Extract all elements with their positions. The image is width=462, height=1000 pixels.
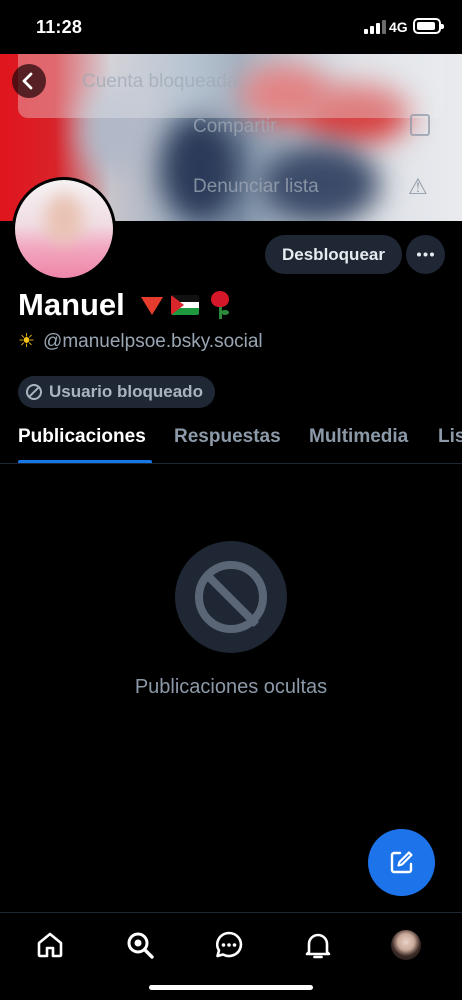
- tab-listas[interactable]: Lis: [438, 426, 462, 448]
- more-options-button[interactable]: [406, 235, 445, 274]
- handle-row: ☀ @manuelpsoe.bsky.social: [18, 330, 263, 353]
- profile-tabs: Publicaciones Respuestas Multimedia Lis: [0, 420, 462, 464]
- hidden-posts-illustration: [175, 541, 287, 653]
- tab-publicaciones[interactable]: Publicaciones: [18, 426, 146, 448]
- compose-icon: [390, 851, 413, 874]
- chevron-left-icon: [22, 72, 33, 90]
- search-icon: [127, 932, 154, 959]
- red-triangle-icon: [140, 297, 163, 315]
- status-bar: 11:28 4G: [0, 0, 462, 54]
- blocked-badge: Usuario bloqueado: [18, 376, 215, 408]
- back-button[interactable]: [12, 64, 46, 98]
- ban-icon: [26, 384, 42, 400]
- compose-button[interactable]: [368, 829, 435, 896]
- nav-profile-avatar[interactable]: [391, 930, 421, 960]
- palestine-flag-icon: [170, 295, 199, 315]
- sunrise-icon: ☀: [18, 331, 36, 352]
- name-emojis: [140, 291, 233, 319]
- signal-icon: [364, 20, 386, 34]
- tab-multimedia[interactable]: Multimedia: [309, 426, 408, 448]
- home-indicator: [149, 985, 313, 990]
- share-icon: [410, 114, 430, 136]
- warning-icon: ⚠: [408, 174, 428, 199]
- profile-handle: @manuelpsoe.bsky.social: [43, 330, 263, 352]
- chat-icon: [215, 931, 243, 958]
- unblock-button[interactable]: Desbloquear: [265, 235, 402, 274]
- nav-home[interactable]: [35, 930, 65, 960]
- ban-icon: [195, 561, 267, 633]
- profile-avatar[interactable]: [12, 177, 116, 281]
- network-label: 4G: [389, 19, 408, 35]
- menu-item-share[interactable]: Compartir: [193, 116, 276, 138]
- nav-notifications[interactable]: [303, 930, 333, 960]
- nav-search[interactable]: [125, 930, 155, 960]
- profile-name: Manuel: [18, 287, 125, 322]
- bell-icon: [305, 933, 331, 959]
- active-tab-indicator: [18, 460, 152, 463]
- hidden-posts-message: Publicaciones ocultas: [134, 676, 328, 698]
- tab-respuestas[interactable]: Respuestas: [174, 426, 281, 448]
- menu-item-report[interactable]: Denunciar lista: [193, 176, 319, 198]
- ellipsis-icon: [417, 252, 434, 257]
- blocked-badge-label: Usuario bloqueado: [49, 382, 203, 401]
- nav-chat[interactable]: [214, 930, 244, 960]
- rose-icon: [207, 291, 233, 319]
- menu-title: Cuenta bloqueada: [82, 71, 238, 92]
- profile-name-row: Manuel: [18, 287, 233, 323]
- home-icon: [37, 932, 63, 958]
- battery-icon: [413, 18, 444, 34]
- status-time: 11:28: [36, 17, 83, 37]
